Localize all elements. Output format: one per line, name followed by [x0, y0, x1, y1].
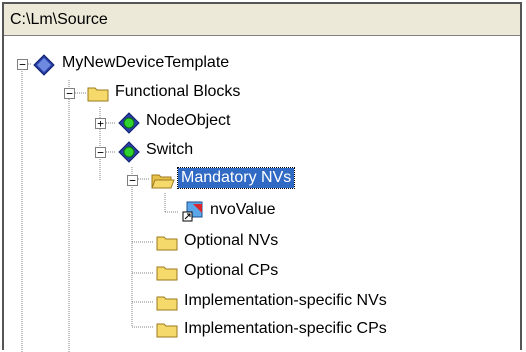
folder-icon	[156, 266, 178, 281]
folder-icon	[87, 87, 109, 102]
folder-icon	[156, 296, 178, 311]
expand-nodeobject-button[interactable]: +	[95, 118, 106, 129]
tree-view-panel: C:\Lm\Source − MyNewDeviceTemplate − Fun…	[2, 2, 522, 352]
tree-item-functional-blocks[interactable]: Functional Blocks	[112, 82, 243, 102]
network-variable-icon	[182, 201, 203, 222]
folder-icon	[156, 236, 178, 251]
open-folder-icon	[151, 174, 175, 189]
device-diamond-icon	[33, 54, 55, 76]
functional-block-icon	[118, 112, 140, 134]
tree-item-implementation-cps[interactable]: Implementation-specific CPs	[181, 319, 390, 339]
collapse-root-button[interactable]: −	[17, 59, 28, 70]
folder-icon	[156, 323, 178, 338]
tree-item-nodeobject[interactable]: NodeObject	[143, 111, 234, 131]
tree-item-switch[interactable]: Switch	[143, 140, 196, 160]
functional-block-icon	[118, 141, 140, 163]
collapse-mandatory-nvs-button[interactable]: −	[127, 175, 138, 186]
tree-item-optional-nvs[interactable]: Optional NVs	[181, 231, 281, 251]
template-tree[interactable]: − MyNewDeviceTemplate − Functional Block…	[4, 37, 520, 352]
tree-item-implementation-nvs[interactable]: Implementation-specific NVs	[181, 291, 390, 311]
tree-item-mandatory-nvs[interactable]: Mandatory NVs	[176, 167, 296, 189]
path-header: C:\Lm\Source	[4, 4, 520, 36]
collapse-functional-blocks-button[interactable]: −	[64, 88, 75, 99]
tree-item-optional-cps[interactable]: Optional CPs	[181, 261, 281, 281]
tree-item-root[interactable]: MyNewDeviceTemplate	[59, 53, 232, 73]
path-text: C:\Lm\Source	[10, 11, 108, 28]
collapse-switch-button[interactable]: −	[95, 147, 106, 158]
tree-item-nvovalue[interactable]: nvoValue	[207, 200, 279, 220]
